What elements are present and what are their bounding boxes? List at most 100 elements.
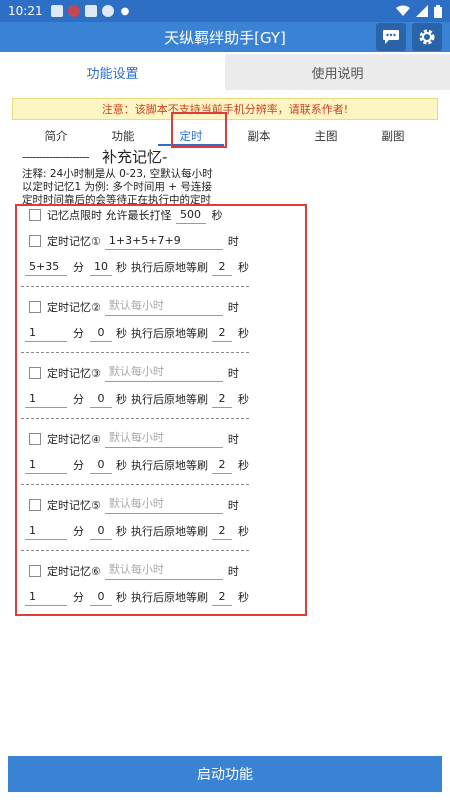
timer-1-detail-row: 5+35 分 10 秒 执行后原地等刷 2 秒 — [25, 258, 249, 276]
timer-3-hour-row: 定时记忆③ 默认每小时 时 — [29, 364, 239, 382]
refresh-label: 执行后原地等刷 — [131, 327, 208, 340]
second-unit: 秒 — [238, 261, 249, 274]
gear-icon — [419, 29, 435, 45]
signal-icon — [416, 5, 428, 17]
subtab-main-map[interactable]: 主图 — [315, 128, 338, 144]
divider — [21, 418, 249, 419]
hour-unit: 时 — [227, 499, 239, 512]
timer-2-checkbox[interactable] — [29, 301, 41, 313]
timer-5-hour-input[interactable]: 默认每小时 — [104, 496, 223, 514]
subtab-function[interactable]: 功能 — [112, 128, 135, 144]
app-bar: 天纵羁绊助手[GY] — [0, 22, 450, 52]
timer-3-detail-row: 1 分 0 秒 执行后原地等刷 2 秒 — [25, 390, 249, 408]
timer-3-hour-input[interactable]: 默认每小时 — [104, 364, 223, 382]
timer-1-checkbox[interactable] — [29, 235, 41, 247]
settings-button[interactable] — [412, 23, 442, 51]
section-title: 补充记忆- — [102, 148, 168, 166]
more-notifications-icon: ● — [120, 5, 130, 17]
timer-4-detail-row: 1 分 0 秒 执行后原地等刷 2 秒 — [25, 456, 249, 474]
timer-6-second-input[interactable]: 0 — [90, 588, 112, 606]
divider — [21, 484, 249, 485]
message-button[interactable] — [376, 23, 406, 51]
timer-5-detail-row: 1 分 0 秒 执行后原地等刷 2 秒 — [25, 522, 249, 540]
note-line: 注释: 24小时制是从 0-23, 空默认每小时 — [22, 168, 213, 180]
note-line: 以定时记忆1 为例: 多个时间用 + 号连接 — [22, 181, 212, 193]
hour-unit: 时 — [227, 367, 239, 380]
timer-6-minute-input[interactable]: 1 — [25, 588, 67, 606]
timer-6-hour-row: 定时记忆⑥ 默认每小时 时 — [29, 562, 239, 580]
second-unit: 秒 — [116, 459, 127, 472]
second-unit: 秒 — [238, 591, 249, 604]
timer-5-second-input[interactable]: 0 — [90, 522, 112, 540]
hour-unit: 时 — [227, 565, 239, 578]
timer-1-hour-row: 定时记忆① 1+3+5+7+9 时 — [29, 232, 239, 250]
limit-checkbox[interactable] — [29, 209, 41, 221]
timer-2-second-input[interactable]: 0 — [90, 324, 112, 342]
hour-unit: 时 — [227, 433, 239, 446]
start-function-button[interactable]: 启动功能 — [8, 756, 442, 792]
timer-6-hour-input[interactable]: 默认每小时 — [104, 562, 223, 580]
second-unit: 秒 — [238, 525, 249, 538]
timer-3-checkbox[interactable] — [29, 367, 41, 379]
timer-2-wait-input[interactable]: 2 — [212, 324, 232, 342]
subtab-sub-map[interactable]: 副图 — [382, 128, 405, 144]
timer-4-hour-input[interactable]: 默认每小时 — [104, 430, 223, 448]
minute-unit: 分 — [73, 393, 84, 406]
timer-2-minute-input[interactable]: 1 — [25, 324, 67, 342]
status-time: 10:21 — [8, 4, 43, 18]
minute-unit: 分 — [73, 261, 84, 274]
section-header: -------------------- 补充记忆- — [0, 148, 450, 168]
refresh-label: 执行后原地等刷 — [131, 525, 208, 538]
timer-2-label: 定时记忆② — [47, 301, 101, 314]
timer-3-second-input[interactable]: 0 — [90, 390, 112, 408]
timer-3-minute-input[interactable]: 1 — [25, 390, 67, 408]
hour-unit: 时 — [227, 301, 239, 314]
minute-unit: 分 — [73, 525, 84, 538]
timer-1-wait-input[interactable]: 2 — [212, 258, 232, 276]
timer-5-checkbox[interactable] — [29, 499, 41, 511]
timer-6-wait-input[interactable]: 2 — [212, 588, 232, 606]
refresh-label: 执行后原地等刷 — [131, 261, 208, 274]
timer-3-wait-input[interactable]: 2 — [212, 390, 232, 408]
timer-5-minute-input[interactable]: 1 — [25, 522, 67, 540]
second-unit: 秒 — [116, 393, 127, 406]
battery-icon — [434, 4, 442, 18]
timer-1-minute-input[interactable]: 5+35 — [25, 258, 67, 276]
chat-bubble-icon — [383, 30, 399, 44]
timer-6-checkbox[interactable] — [29, 565, 41, 577]
refresh-label: 执行后原地等刷 — [131, 459, 208, 472]
timer-1-label: 定时记忆① — [47, 235, 101, 248]
timer-4-second-input[interactable]: 0 — [90, 456, 112, 474]
tab-usage-instructions[interactable]: 使用说明 — [225, 54, 450, 90]
refresh-label: 执行后原地等刷 — [131, 393, 208, 406]
hour-unit: 时 — [227, 235, 239, 248]
second-unit: 秒 — [238, 393, 249, 406]
timer-5-wait-input[interactable]: 2 — [212, 522, 232, 540]
timer-2-hour-input[interactable]: 默认每小时 — [104, 298, 223, 316]
subtab-dungeon[interactable]: 副本 — [248, 128, 271, 144]
tab-function-settings[interactable]: 功能设置 — [0, 54, 225, 90]
timer-4-minute-input[interactable]: 1 — [25, 456, 67, 474]
divider — [21, 550, 249, 551]
divider — [21, 352, 249, 353]
timer-1-hour-input[interactable]: 1+3+5+7+9 — [104, 232, 223, 250]
timer-4-wait-input[interactable]: 2 — [212, 456, 232, 474]
limit-seconds-input[interactable]: 500 — [175, 206, 206, 224]
timer-5-label: 定时记忆⑤ — [47, 499, 101, 512]
gallery-notification-icon — [84, 5, 97, 17]
minute-unit: 分 — [73, 459, 84, 472]
section-dashes: -------------------- — [22, 150, 90, 164]
divider — [21, 286, 249, 287]
timer-settings-panel: 记忆点限时 允许最长打怪 500 秒 定时记忆① 1+3+5+7+9 时 5+3… — [15, 204, 307, 616]
second-unit: 秒 — [116, 591, 127, 604]
refresh-label: 执行后原地等刷 — [131, 591, 208, 604]
timer-4-checkbox[interactable] — [29, 433, 41, 445]
second-unit: 秒 — [238, 459, 249, 472]
subtab-intro[interactable]: 简介 — [45, 128, 68, 144]
limit-label: 记忆点限时 允许最长打怪 — [47, 209, 172, 222]
wifi-icon — [396, 5, 410, 16]
timer-1-second-input[interactable]: 10 — [90, 258, 112, 276]
limit-row: 记忆点限时 允许最长打怪 500 秒 — [29, 206, 223, 224]
second-unit: 秒 — [116, 525, 127, 538]
second-unit: 秒 — [116, 261, 127, 274]
